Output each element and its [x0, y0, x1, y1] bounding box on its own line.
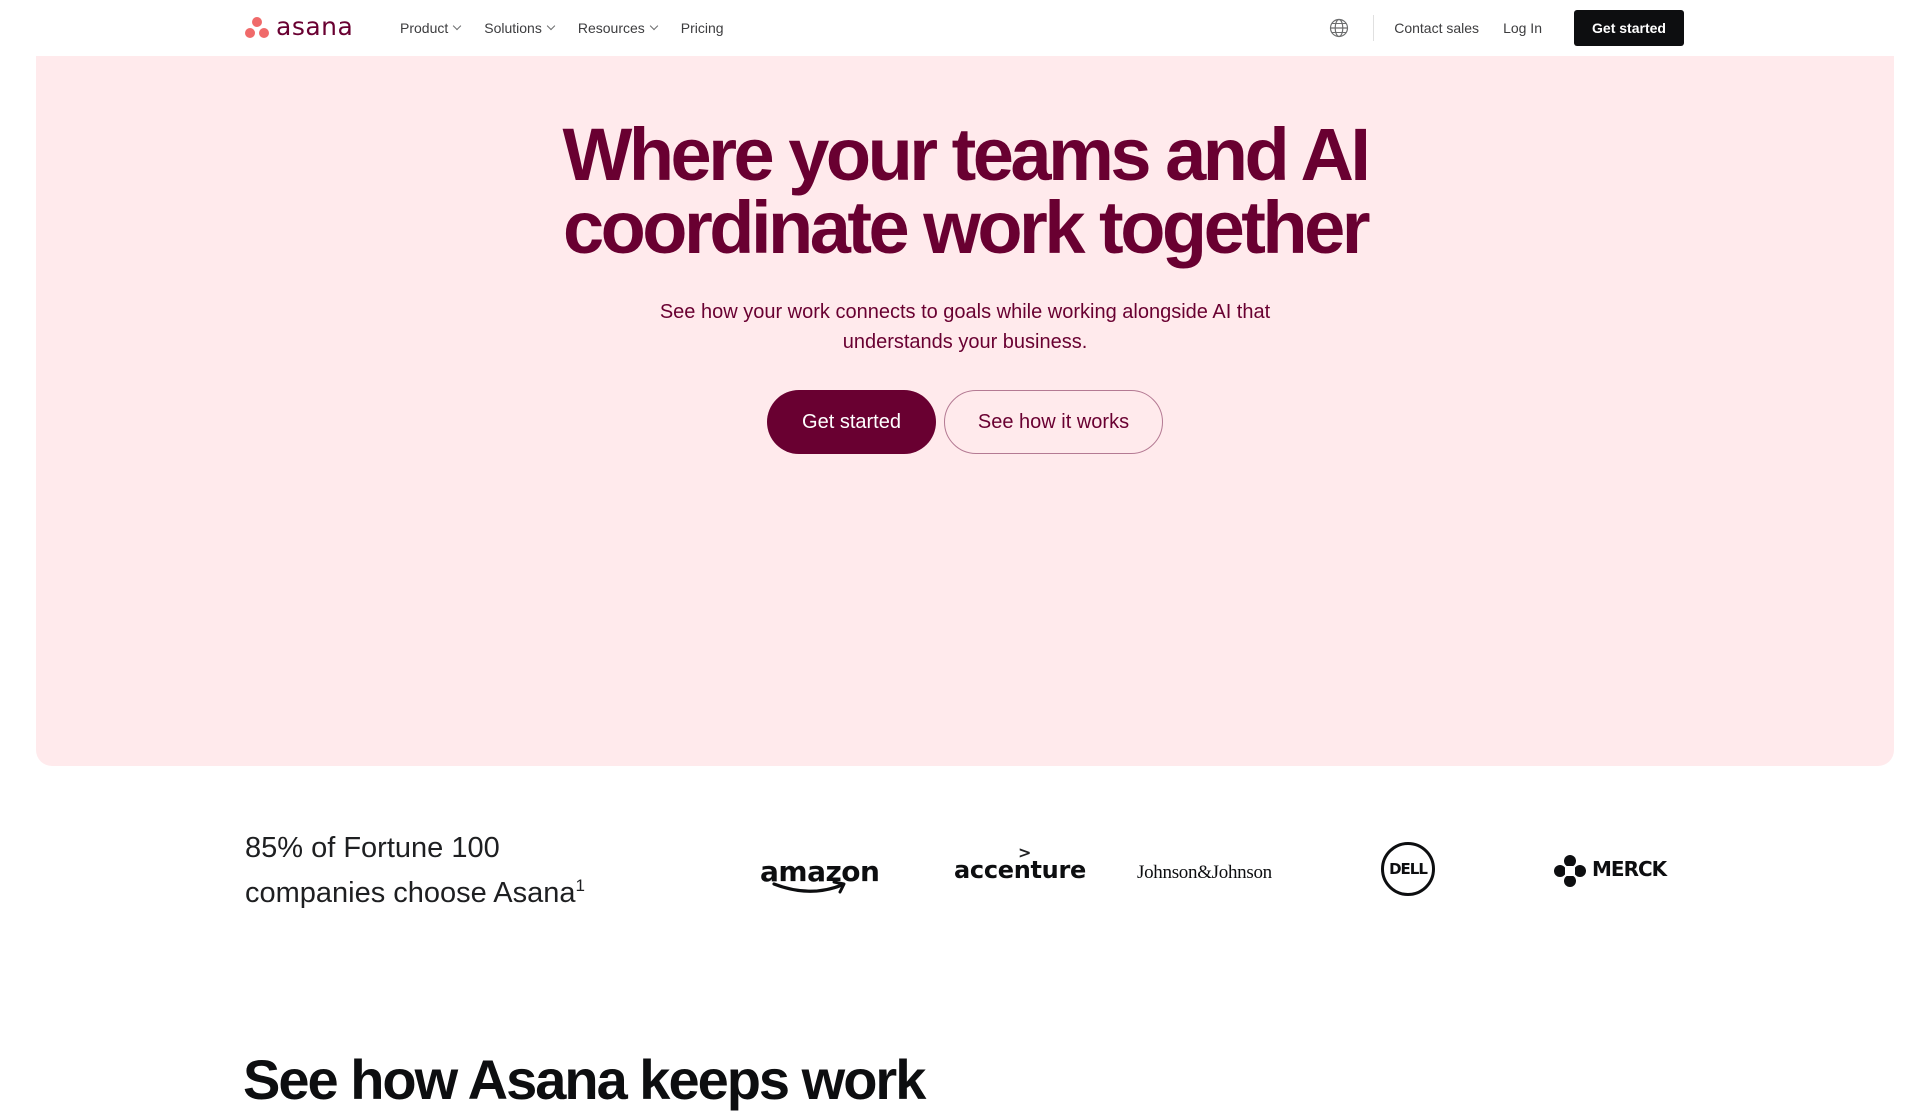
hero-get-started-button[interactable]: Get started: [767, 390, 936, 454]
section-heading: See how Asana keeps work: [243, 1048, 926, 1111]
amazon-smile-icon: [772, 880, 846, 894]
hero-section: Where your teams and AI coordinate work …: [36, 56, 1894, 766]
header-divider: [1373, 15, 1375, 41]
hero-subtitle: See how your work connects to goals whil…: [36, 297, 1894, 357]
site-header: asana Product Solutions Resources Pricin…: [0, 0, 1920, 56]
nav-resources-label: Resources: [577, 20, 645, 36]
log-in-link[interactable]: Log In: [1503, 20, 1542, 36]
nav-resources[interactable]: Resources: [577, 20, 659, 36]
hero-title-line1: Where your teams and AI: [562, 113, 1371, 196]
nav-solutions-label: Solutions: [484, 20, 542, 36]
fortune-headline-line1: 85% of Fortune 100: [245, 832, 500, 864]
main-nav: Product Solutions Resources Pricing: [400, 0, 724, 56]
dell-logo-text: DELL: [1389, 860, 1428, 878]
contact-sales-link[interactable]: Contact sales: [1394, 20, 1479, 36]
header-actions: Contact sales Log In Get started: [1329, 10, 1684, 46]
asana-logo-wordmark: asana: [276, 12, 354, 41]
hero-subtitle-line1: See how your work connects to goals whil…: [659, 301, 1271, 323]
chevron-down-icon: [546, 21, 556, 31]
hero-title: Where your teams and AI coordinate work …: [36, 118, 1894, 265]
hero-title-line2: coordinate work together: [562, 186, 1371, 269]
dell-logo: DELL: [1381, 842, 1435, 896]
asana-logo-mark-icon: [244, 15, 270, 39]
globe-icon[interactable]: [1329, 18, 1349, 38]
nav-product-label: Product: [400, 20, 449, 36]
see-how-it-works-button[interactable]: See how it works: [944, 390, 1163, 454]
header-get-started-button[interactable]: Get started: [1574, 10, 1684, 46]
chevron-down-icon: [453, 21, 462, 31]
footnote-marker[interactable]: 1: [576, 876, 585, 895]
fortune-headline-line2: companies choose Asana: [245, 877, 576, 909]
merck-logo: MERCK: [1592, 857, 1667, 881]
nav-product[interactable]: Product: [400, 20, 462, 36]
asana-logo[interactable]: asana: [244, 12, 354, 41]
chevron-down-icon: [649, 21, 659, 31]
hero-cta-group: Get started See how it works: [36, 390, 1894, 454]
nav-pricing-label: Pricing: [680, 20, 724, 36]
nav-pricing[interactable]: Pricing: [681, 20, 724, 36]
hero-subtitle-line2: understands your business.: [842, 331, 1088, 353]
fortune-headline: 85% of Fortune 100 companies choose Asan…: [245, 830, 585, 912]
accenture-logo: accenture: [954, 856, 1086, 884]
merck-mark-icon: [1554, 855, 1586, 887]
johnson-johnson-logo: Johnson&Johnson: [1137, 862, 1272, 883]
nav-solutions[interactable]: Solutions: [484, 20, 556, 36]
